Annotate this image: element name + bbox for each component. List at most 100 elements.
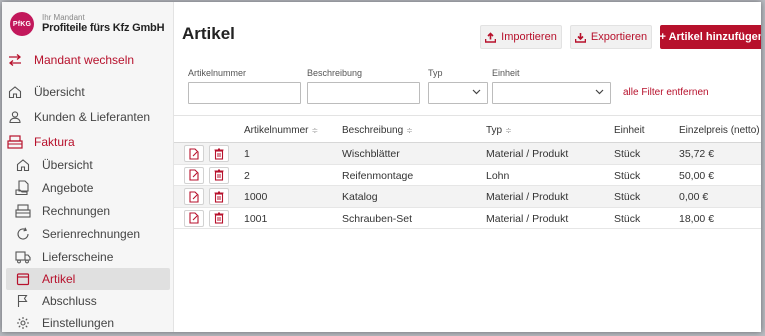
cell-type: Material / Produkt [486, 148, 569, 160]
cell-type: Lohn [486, 169, 510, 182]
sidebar-item-label: Angebote [42, 181, 94, 195]
cell-type: Material / Produkt [486, 191, 569, 203]
sidebar-item-settings[interactable]: Einstellungen [6, 312, 170, 332]
switch-tenant-link[interactable]: Mandant wechseln [6, 49, 170, 71]
chevron-down-icon [595, 89, 604, 95]
register-icon [6, 134, 24, 150]
export-label: Exportieren [590, 31, 648, 43]
cell-number: 1000 [244, 191, 268, 203]
sidebar-item-label: Übersicht [42, 158, 93, 172]
sidebar-item-label: Artikel [42, 272, 76, 286]
table-row[interactable]: 1000 Katalog Material / Produkt Stück 0,… [174, 186, 761, 208]
sidebar: PfKG Ihr Mandant Profiteile fürs Kfz Gmb… [2, 2, 174, 332]
sort-icon: ≑ [505, 126, 512, 135]
home-icon [6, 84, 24, 100]
articles-table: Artikelnummer ≑ Beschreibung ≑ Typ ≑ Einhei… [174, 119, 761, 229]
cell-price: 0,00 € [679, 191, 709, 203]
sidebar-item-offers[interactable]: Angebote [6, 177, 170, 199]
cell-unit: Stück [614, 169, 641, 182]
sidebar-item-overview[interactable]: Übersicht [6, 81, 170, 103]
delete-button[interactable] [209, 166, 229, 184]
sidebar-item-label: Rechnungen [42, 204, 111, 218]
delete-button[interactable] [209, 145, 229, 162]
cell-number: 2 [244, 169, 250, 182]
column-header-price[interactable]: Einzelpreis (netto)≑ [679, 125, 761, 136]
add-article-button[interactable]: + Artikel hinzufügen [660, 25, 761, 49]
switch-tenant-label: Mandant wechseln [34, 53, 135, 67]
filter-number-label: Artikelnummer [188, 68, 247, 78]
sidebar-item-label: Lieferscheine [42, 250, 114, 264]
sidebar-item-delivery-notes[interactable]: Lieferscheine [6, 246, 170, 268]
switch-arrows-icon [6, 52, 24, 68]
user-icon [6, 109, 24, 125]
app-window: PfKG Ihr Mandant Profiteile fürs Kfz Gmb… [2, 2, 761, 332]
sort-icon: ≑ [406, 126, 413, 135]
gear-icon [14, 315, 32, 331]
sidebar-item-invoices[interactable]: Rechnungen [6, 200, 170, 222]
sidebar-item-faktura[interactable]: Faktura [6, 131, 170, 153]
cell-price: 50,00 € [679, 169, 715, 182]
cell-unit: Stück [614, 191, 641, 203]
sidebar-item-recurring-invoices[interactable]: Serienrechnungen [6, 223, 170, 245]
cell-number: 1 [244, 148, 250, 160]
column-header-number[interactable]: Artikelnummer ≑ [244, 125, 318, 136]
delete-button[interactable] [209, 209, 229, 227]
cell-description: Reifenmontage [342, 169, 414, 182]
trash-icon [214, 191, 224, 203]
table-row[interactable]: 2 Reifenmontage Lohn Stück 50,00 € [174, 165, 761, 186]
table-row[interactable]: 1001 Schrauben-Set Material / Produkt St… [174, 208, 761, 229]
filter-unit-select[interactable] [492, 82, 611, 104]
recurring-icon [14, 226, 32, 242]
import-button[interactable]: Importieren [480, 25, 562, 49]
chevron-down-icon [472, 89, 481, 95]
edit-button[interactable] [184, 166, 204, 184]
cell-description: Katalog [342, 191, 378, 203]
sidebar-item-articles[interactable]: Artikel [6, 268, 170, 290]
column-header-unit: Einheit [614, 125, 645, 136]
sidebar-item-label: Serienrechnungen [42, 227, 141, 241]
column-header-description[interactable]: Beschreibung ≑ [342, 125, 413, 136]
article-icon [14, 271, 32, 287]
tenant-caption: Ihr Mandant [42, 12, 85, 22]
cell-price: 18,00 € [679, 212, 715, 225]
delivery-icon [14, 249, 32, 265]
cell-price: 35,72 € [679, 148, 715, 160]
invoice-icon [14, 203, 32, 219]
sidebar-item-customers[interactable]: Kunden & Lieferanten [6, 106, 170, 128]
edit-button[interactable] [184, 209, 204, 227]
sidebar-item-label: Übersicht [34, 85, 85, 99]
export-button[interactable]: Exportieren [570, 25, 652, 49]
main-content: Artikel Importieren Exportieren + Artike… [174, 2, 761, 332]
edit-icon [188, 212, 200, 224]
trash-icon [214, 148, 224, 160]
edit-icon [188, 190, 200, 203]
cell-unit: Stück [614, 148, 641, 160]
sidebar-item-label: Einstellungen [42, 316, 115, 330]
edit-icon [188, 147, 200, 160]
sidebar-subitem-overview[interactable]: Übersicht [6, 154, 170, 176]
filter-number-input[interactable] [188, 82, 301, 104]
tenant-name: Profiteile fürs Kfz GmbH [42, 22, 165, 35]
table-body: 1 Wischblätter Material / Produkt Stück … [174, 143, 761, 229]
filter-description-input[interactable] [307, 82, 420, 104]
delete-button[interactable] [209, 188, 229, 205]
edit-icon [188, 169, 200, 181]
trash-icon [214, 212, 224, 224]
sidebar-item-closing[interactable]: Abschluss [6, 290, 170, 312]
filter-description-label: Beschreibung [307, 68, 363, 78]
filter-type-select[interactable] [428, 82, 488, 104]
company-logo: PfKG [10, 12, 34, 36]
cell-description: Wischblätter [342, 148, 400, 160]
edit-button[interactable] [184, 145, 204, 162]
download-icon [574, 32, 586, 43]
sidebar-item-label: Faktura [34, 135, 75, 149]
offer-icon [14, 180, 32, 196]
sidebar-item-label: Abschluss [42, 294, 97, 308]
table-row[interactable]: 1 Wischblätter Material / Produkt Stück … [174, 143, 761, 165]
filter-unit-label: Einheit [492, 68, 520, 78]
flag-icon [14, 293, 32, 309]
edit-button[interactable] [184, 188, 204, 205]
page-title: Artikel [182, 24, 235, 43]
reset-filters-link[interactable]: alle Filter entfernen [623, 87, 709, 98]
column-header-type[interactable]: Typ ≑ [486, 125, 512, 136]
